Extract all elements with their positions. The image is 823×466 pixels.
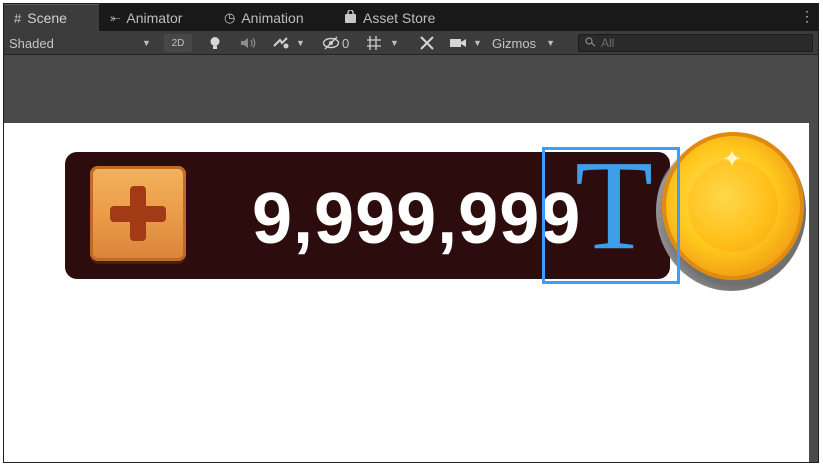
gizmos-label: Gizmos [492,35,537,51]
tab-animation-label: Animation [241,9,304,26]
chevron-down-icon: ▼ [473,38,482,48]
draw-mode-label: Shaded [9,35,54,51]
tab-scene[interactable]: # Scene [4,4,99,31]
tab-scene-label: Scene [27,10,67,26]
grid-snapping-dropdown[interactable]: ▼ [366,34,399,52]
effects-icon [273,37,289,49]
gizmos-dropdown[interactable]: Gizmos ▼ [492,34,555,52]
animation-clock-icon: ◷ [224,9,236,25]
grid-snap-icon [367,36,381,50]
camera-icon [450,39,466,47]
tab-animator[interactable]: ⤜ Animator [110,4,182,31]
2d-toggle-button[interactable]: 2D [164,34,192,52]
chevron-down-icon: ▼ [142,38,151,48]
grid-icon: # [14,10,22,26]
scene-visibility-toggle[interactable]: 0 [322,34,349,52]
sparkle-icon: ✦ [722,146,743,173]
tools-toggle-button[interactable] [419,34,435,52]
camera-settings-dropdown[interactable]: ▼ [449,34,482,52]
search-input[interactable] [601,36,791,50]
shopping-bag-icon [344,8,357,26]
more-options-icon[interactable]: ⋮ [800,8,814,24]
audio-toggle-button[interactable] [240,34,258,52]
scene-toolbar: Shaded ▼ 2D ▼ 0 ▼ ▼ Gizmos ▼ All [4,31,818,55]
tab-bar: # Scene ⤜ Animator ◷ Animation Asset Sto… [4,4,818,31]
speaker-icon [241,38,256,48]
add-currency-button[interactable] [90,166,186,261]
lighting-toggle-button[interactable] [209,34,221,52]
viewport-background-edge [809,123,818,462]
chevron-down-icon: ▼ [390,38,399,48]
effects-dropdown[interactable]: ▼ [272,34,305,52]
search-icon [585,36,597,50]
viewport-background [4,55,818,123]
tools-icon [420,36,434,50]
chevron-down-icon: ▼ [546,38,555,48]
animator-icon: ⤜ [110,9,121,25]
tab-animator-label: Animator [126,9,183,26]
tab-animation[interactable]: ◷ Animation [224,4,304,31]
lightbulb-icon [210,36,220,49]
hidden-eye-icon [322,36,340,50]
search-field[interactable] [578,34,813,52]
draw-mode-dropdown[interactable]: Shaded ▼ [9,34,159,52]
scene-window: # Scene ⤜ Animator ◷ Animation Asset Sto… [3,3,819,463]
tab-asset-store-label: Asset Store [363,9,436,26]
tab-asset-store[interactable]: Asset Store [344,4,435,31]
text-component-gizmo-icon: T [574,134,654,276]
chevron-down-icon: ▼ [296,38,305,48]
coin-icon[interactable]: ✦ [662,132,804,280]
hidden-count: 0 [342,35,350,51]
